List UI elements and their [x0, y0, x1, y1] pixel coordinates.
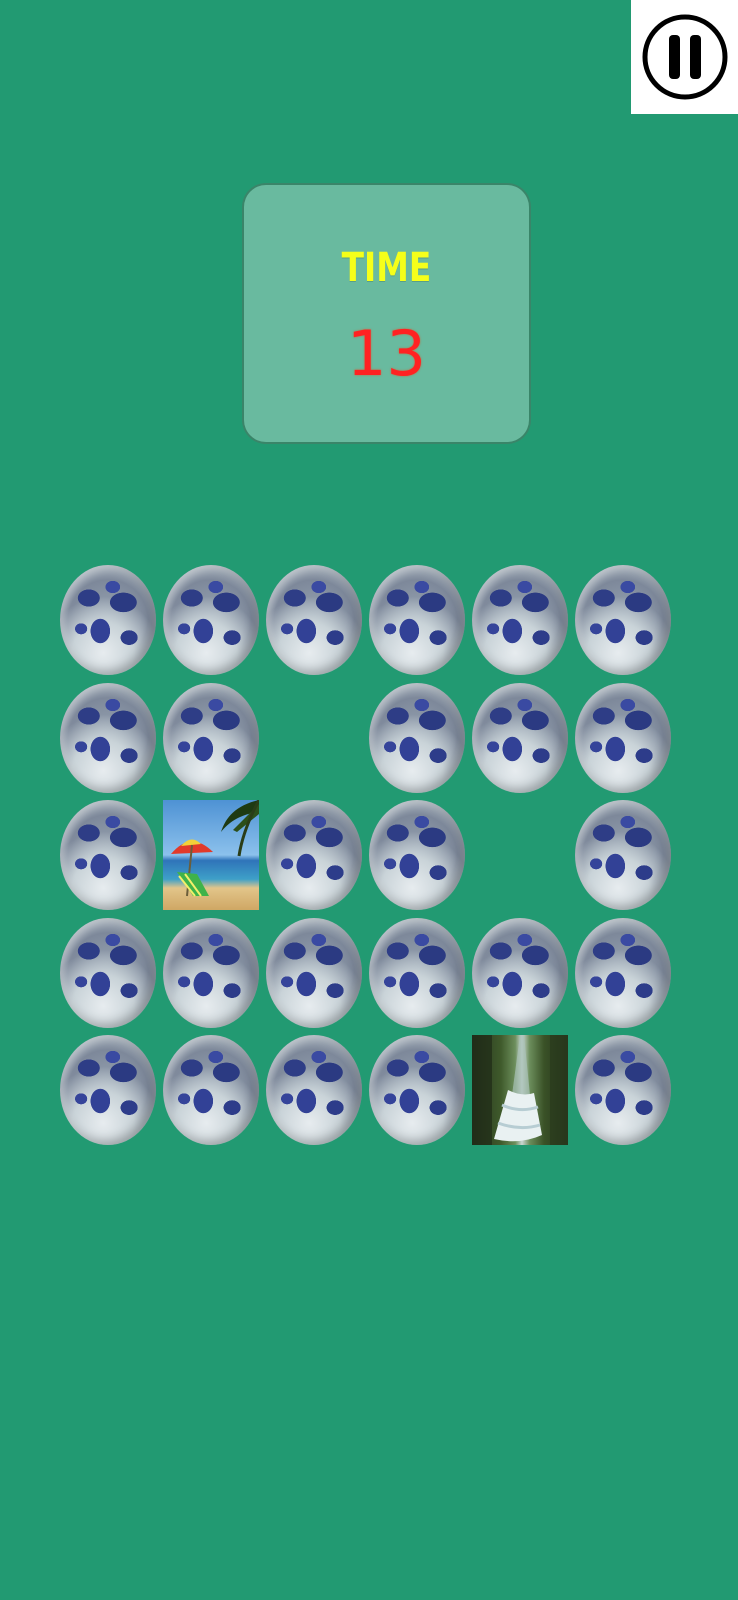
- moon-card-back-image: [472, 683, 568, 793]
- moon-card-back-image: [369, 918, 465, 1028]
- moon-card-back-image: [163, 1035, 259, 1145]
- memory-card-moon[interactable]: [60, 683, 156, 793]
- memory-card-moon[interactable]: [369, 565, 465, 675]
- moon-card-back-image: [575, 1035, 671, 1145]
- waterfall-image: [472, 1035, 568, 1145]
- moon-card-back-image: [60, 1035, 156, 1145]
- memory-card-moon[interactable]: [472, 683, 568, 793]
- moon-card-back-image: [575, 683, 671, 793]
- moon-card-back-image: [60, 683, 156, 793]
- moon-card-back-image: [472, 565, 568, 675]
- memory-card-moon[interactable]: [575, 918, 671, 1028]
- memory-card-moon[interactable]: [369, 918, 465, 1028]
- matched-empty-slot: [472, 800, 568, 910]
- memory-card-moon[interactable]: [266, 565, 362, 675]
- moon-card-back-image: [575, 565, 671, 675]
- memory-card-moon[interactable]: [472, 565, 568, 675]
- moon-card-back-image: [369, 800, 465, 910]
- memory-card-moon[interactable]: [60, 800, 156, 910]
- moon-card-back-image: [60, 918, 156, 1028]
- card-board: [0, 0, 738, 1600]
- memory-card-moon[interactable]: [266, 1035, 362, 1145]
- memory-card-moon[interactable]: [163, 565, 259, 675]
- memory-card-moon[interactable]: [575, 1035, 671, 1145]
- memory-card-moon[interactable]: [60, 1035, 156, 1145]
- moon-card-back-image: [575, 800, 671, 910]
- memory-card-moon[interactable]: [266, 800, 362, 910]
- memory-card-moon[interactable]: [575, 565, 671, 675]
- moon-card-back-image: [266, 800, 362, 910]
- moon-card-back-image: [163, 918, 259, 1028]
- moon-card-back-image: [369, 683, 465, 793]
- memory-card-moon[interactable]: [575, 683, 671, 793]
- memory-card-moon[interactable]: [163, 1035, 259, 1145]
- moon-card-back-image: [575, 918, 671, 1028]
- beach-image: [163, 800, 259, 910]
- matched-empty-slot: [266, 683, 362, 793]
- memory-card-moon[interactable]: [369, 1035, 465, 1145]
- memory-card-moon[interactable]: [60, 565, 156, 675]
- moon-card-back-image: [60, 800, 156, 910]
- moon-card-back-image: [472, 918, 568, 1028]
- memory-card-waterfall[interactable]: [472, 1035, 568, 1145]
- moon-card-back-image: [163, 683, 259, 793]
- memory-card-moon[interactable]: [369, 683, 465, 793]
- memory-card-moon[interactable]: [369, 800, 465, 910]
- memory-card-moon[interactable]: [472, 918, 568, 1028]
- memory-card-moon[interactable]: [163, 683, 259, 793]
- memory-card-moon[interactable]: [266, 918, 362, 1028]
- moon-card-back-image: [266, 918, 362, 1028]
- moon-card-back-image: [266, 1035, 362, 1145]
- memory-card-beach[interactable]: [163, 800, 259, 910]
- memory-card-moon[interactable]: [575, 800, 671, 910]
- moon-card-back-image: [369, 1035, 465, 1145]
- moon-card-back-image: [266, 565, 362, 675]
- moon-card-back-image: [369, 565, 465, 675]
- memory-card-moon[interactable]: [163, 918, 259, 1028]
- memory-card-moon[interactable]: [60, 918, 156, 1028]
- moon-card-back-image: [60, 565, 156, 675]
- moon-card-back-image: [163, 565, 259, 675]
